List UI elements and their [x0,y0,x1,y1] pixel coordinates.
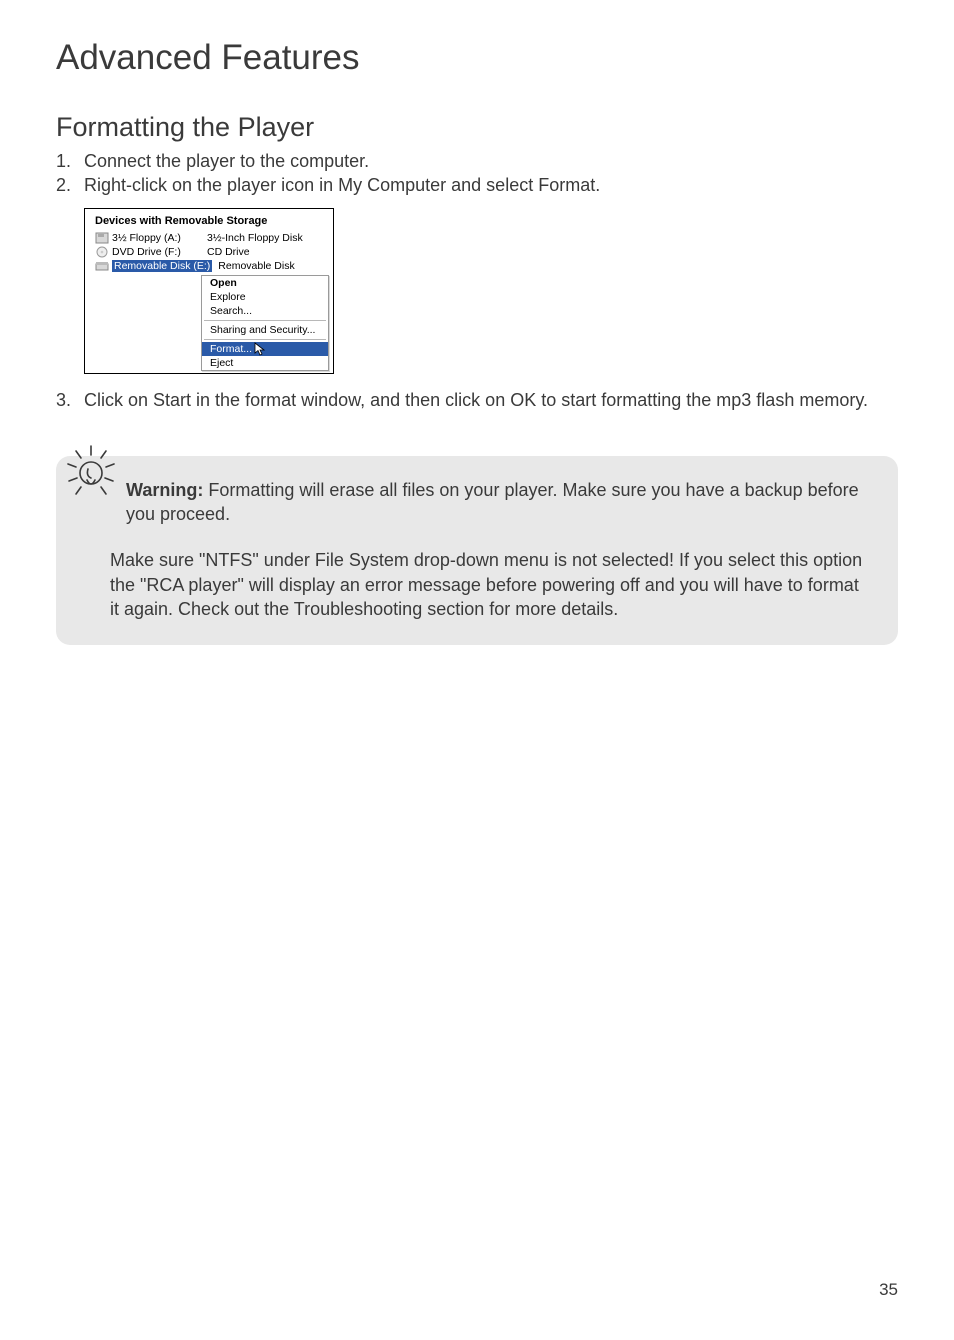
floppy-icon [95,232,109,244]
step-text: Connect the player to the computer. [84,149,898,173]
disc-icon [95,246,109,258]
menu-separator [204,339,326,340]
menu-format-label: Format... [210,343,252,355]
menu-sharing[interactable]: Sharing and Security... [202,323,328,337]
warning-paragraph-1: Warning: Formatting will erase all files… [82,478,872,527]
menu-format[interactable]: Format... [202,342,328,356]
removable-disk-icon [95,260,109,272]
device-type: Removable Disk [218,260,294,272]
device-name: 3½ Floppy (A:) [112,232,207,244]
device-row-floppy[interactable]: 3½ Floppy (A:) 3½-Inch Floppy Disk [85,231,333,245]
menu-separator [204,320,326,321]
step-text: Right-click on the player icon in My Com… [84,173,898,197]
step-text: Click on Start in the format window, and… [84,388,898,412]
cursor-icon [254,342,267,357]
device-name: DVD Drive (F:) [112,246,207,258]
device-row-removable[interactable]: Removable Disk (E:) Removable Disk [85,259,333,273]
warning-label: Warning: [126,480,203,500]
device-name-selected: Removable Disk (E:) [112,260,212,272]
lightbulb-icon [62,444,120,502]
section-heading: Formatting the Player [56,112,898,143]
devices-window: Devices with Removable Storage 3½ Floppy… [84,208,334,374]
warning-paragraph-2: Make sure "NTFS" under File System drop-… [82,548,872,621]
warning-text-1: Formatting will erase all files on your … [126,480,859,524]
menu-search[interactable]: Search... [202,304,328,318]
menu-eject[interactable]: Eject [202,356,328,370]
menu-explore[interactable]: Explore [202,290,328,304]
step-number: 3. [56,388,84,412]
step-list: 1. Connect the player to the computer. 2… [56,149,898,198]
step-2: 2. Right-click on the player icon in My … [56,173,898,197]
device-type: 3½-Inch Floppy Disk [207,232,303,244]
step-list-continued: 3. Click on Start in the format window, … [56,388,898,412]
step-3: 3. Click on Start in the format window, … [56,388,898,412]
warning-box: Warning: Formatting will erase all files… [56,456,898,645]
device-type: CD Drive [207,246,250,258]
context-menu: Open Explore Search... Sharing and Secur… [201,275,329,371]
step-number: 2. [56,173,84,197]
step-number: 1. [56,149,84,173]
page-title: Advanced Features [56,38,898,78]
devices-heading: Devices with Removable Storage [85,215,333,231]
page-number: 35 [879,1280,898,1300]
device-row-dvd[interactable]: DVD Drive (F:) CD Drive [85,245,333,259]
menu-open[interactable]: Open [202,276,328,290]
step-1: 1. Connect the player to the computer. [56,149,898,173]
